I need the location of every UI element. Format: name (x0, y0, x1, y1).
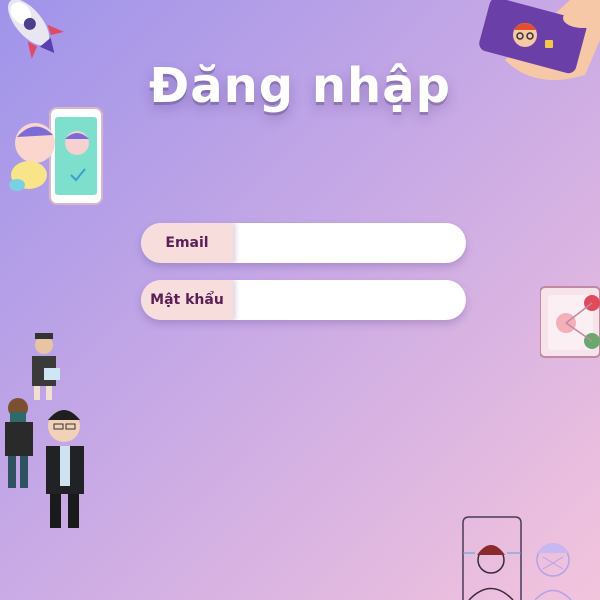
email-label: Email (141, 223, 233, 263)
social-network-card-illustration (540, 286, 600, 358)
email-input[interactable] (237, 223, 461, 263)
email-field[interactable]: Email (141, 223, 466, 263)
hand-holding-phone-illustration (479, 0, 600, 80)
people-group-illustration (5, 333, 84, 528)
password-label: Mật khẩu (141, 280, 233, 320)
password-input[interactable] (237, 280, 461, 320)
baby-with-phone-illustration (9, 107, 103, 205)
face-recognition-illustration (462, 516, 572, 600)
password-field[interactable]: Mật khẩu (141, 280, 466, 320)
rocket-icon (8, 0, 64, 59)
